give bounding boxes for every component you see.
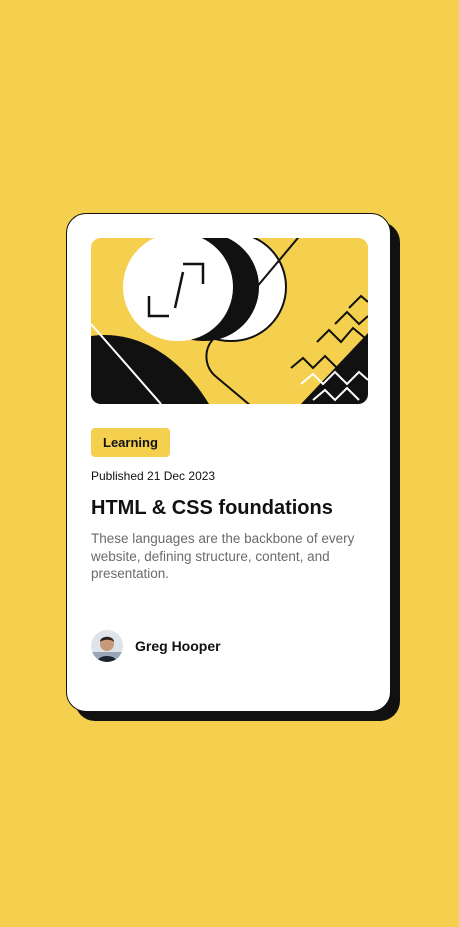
author: Greg Hooper	[91, 630, 221, 662]
blog-preview-card: Learning Published 21 Dec 2023 HTML & CS…	[66, 213, 391, 712]
avatar	[91, 630, 123, 662]
category-tag[interactable]: Learning	[91, 428, 170, 457]
author-name: Greg Hooper	[135, 638, 221, 654]
card-title[interactable]: HTML & CSS foundations	[91, 495, 333, 521]
published-date: Published 21 Dec 2023	[91, 469, 216, 483]
card-description: These languages are the backbone of ever…	[91, 531, 355, 581]
hero-illustration	[91, 238, 368, 404]
